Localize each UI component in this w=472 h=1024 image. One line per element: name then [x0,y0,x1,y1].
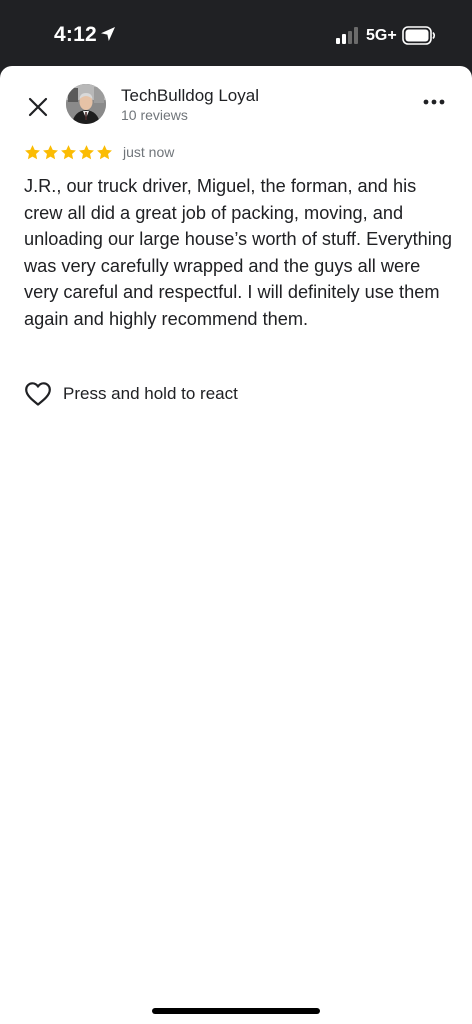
status-bar: 4:12 5G+ [0,0,472,66]
review-time: just now [123,144,175,160]
cellular-signal-icon [336,27,358,44]
reviewer-name[interactable]: TechBulldog Loyal [121,86,259,106]
battery-icon [402,26,436,45]
reviewer-photo [66,84,106,124]
react-label: Press and hold to react [63,384,238,403]
star-rating [24,144,113,161]
close-icon [28,97,48,117]
avatar[interactable] [66,84,106,124]
network-type: 5G+ [366,27,397,44]
rating-row: just now [24,143,174,161]
star-icon [61,144,76,159]
star-icon [25,144,40,159]
close-button[interactable] [22,91,54,123]
more-options-icon [423,99,445,105]
reviewer-review-count: 10 reviews [121,107,188,123]
location-arrow-icon [101,27,115,41]
status-time: 4:12 [54,23,97,46]
star-icon [79,144,94,159]
star-icon [43,144,58,159]
review-text: J.R., our truck driver, Miguel, the form… [24,176,453,329]
review-sheet: TechBulldog Loyal 10 reviews just now J.… [0,66,472,1024]
more-options-button[interactable] [418,90,450,114]
react-button[interactable]: Press and hold to react [24,381,238,407]
heart-outline-icon [25,382,51,406]
home-indicator[interactable] [152,1008,320,1014]
star-icon [97,144,112,159]
